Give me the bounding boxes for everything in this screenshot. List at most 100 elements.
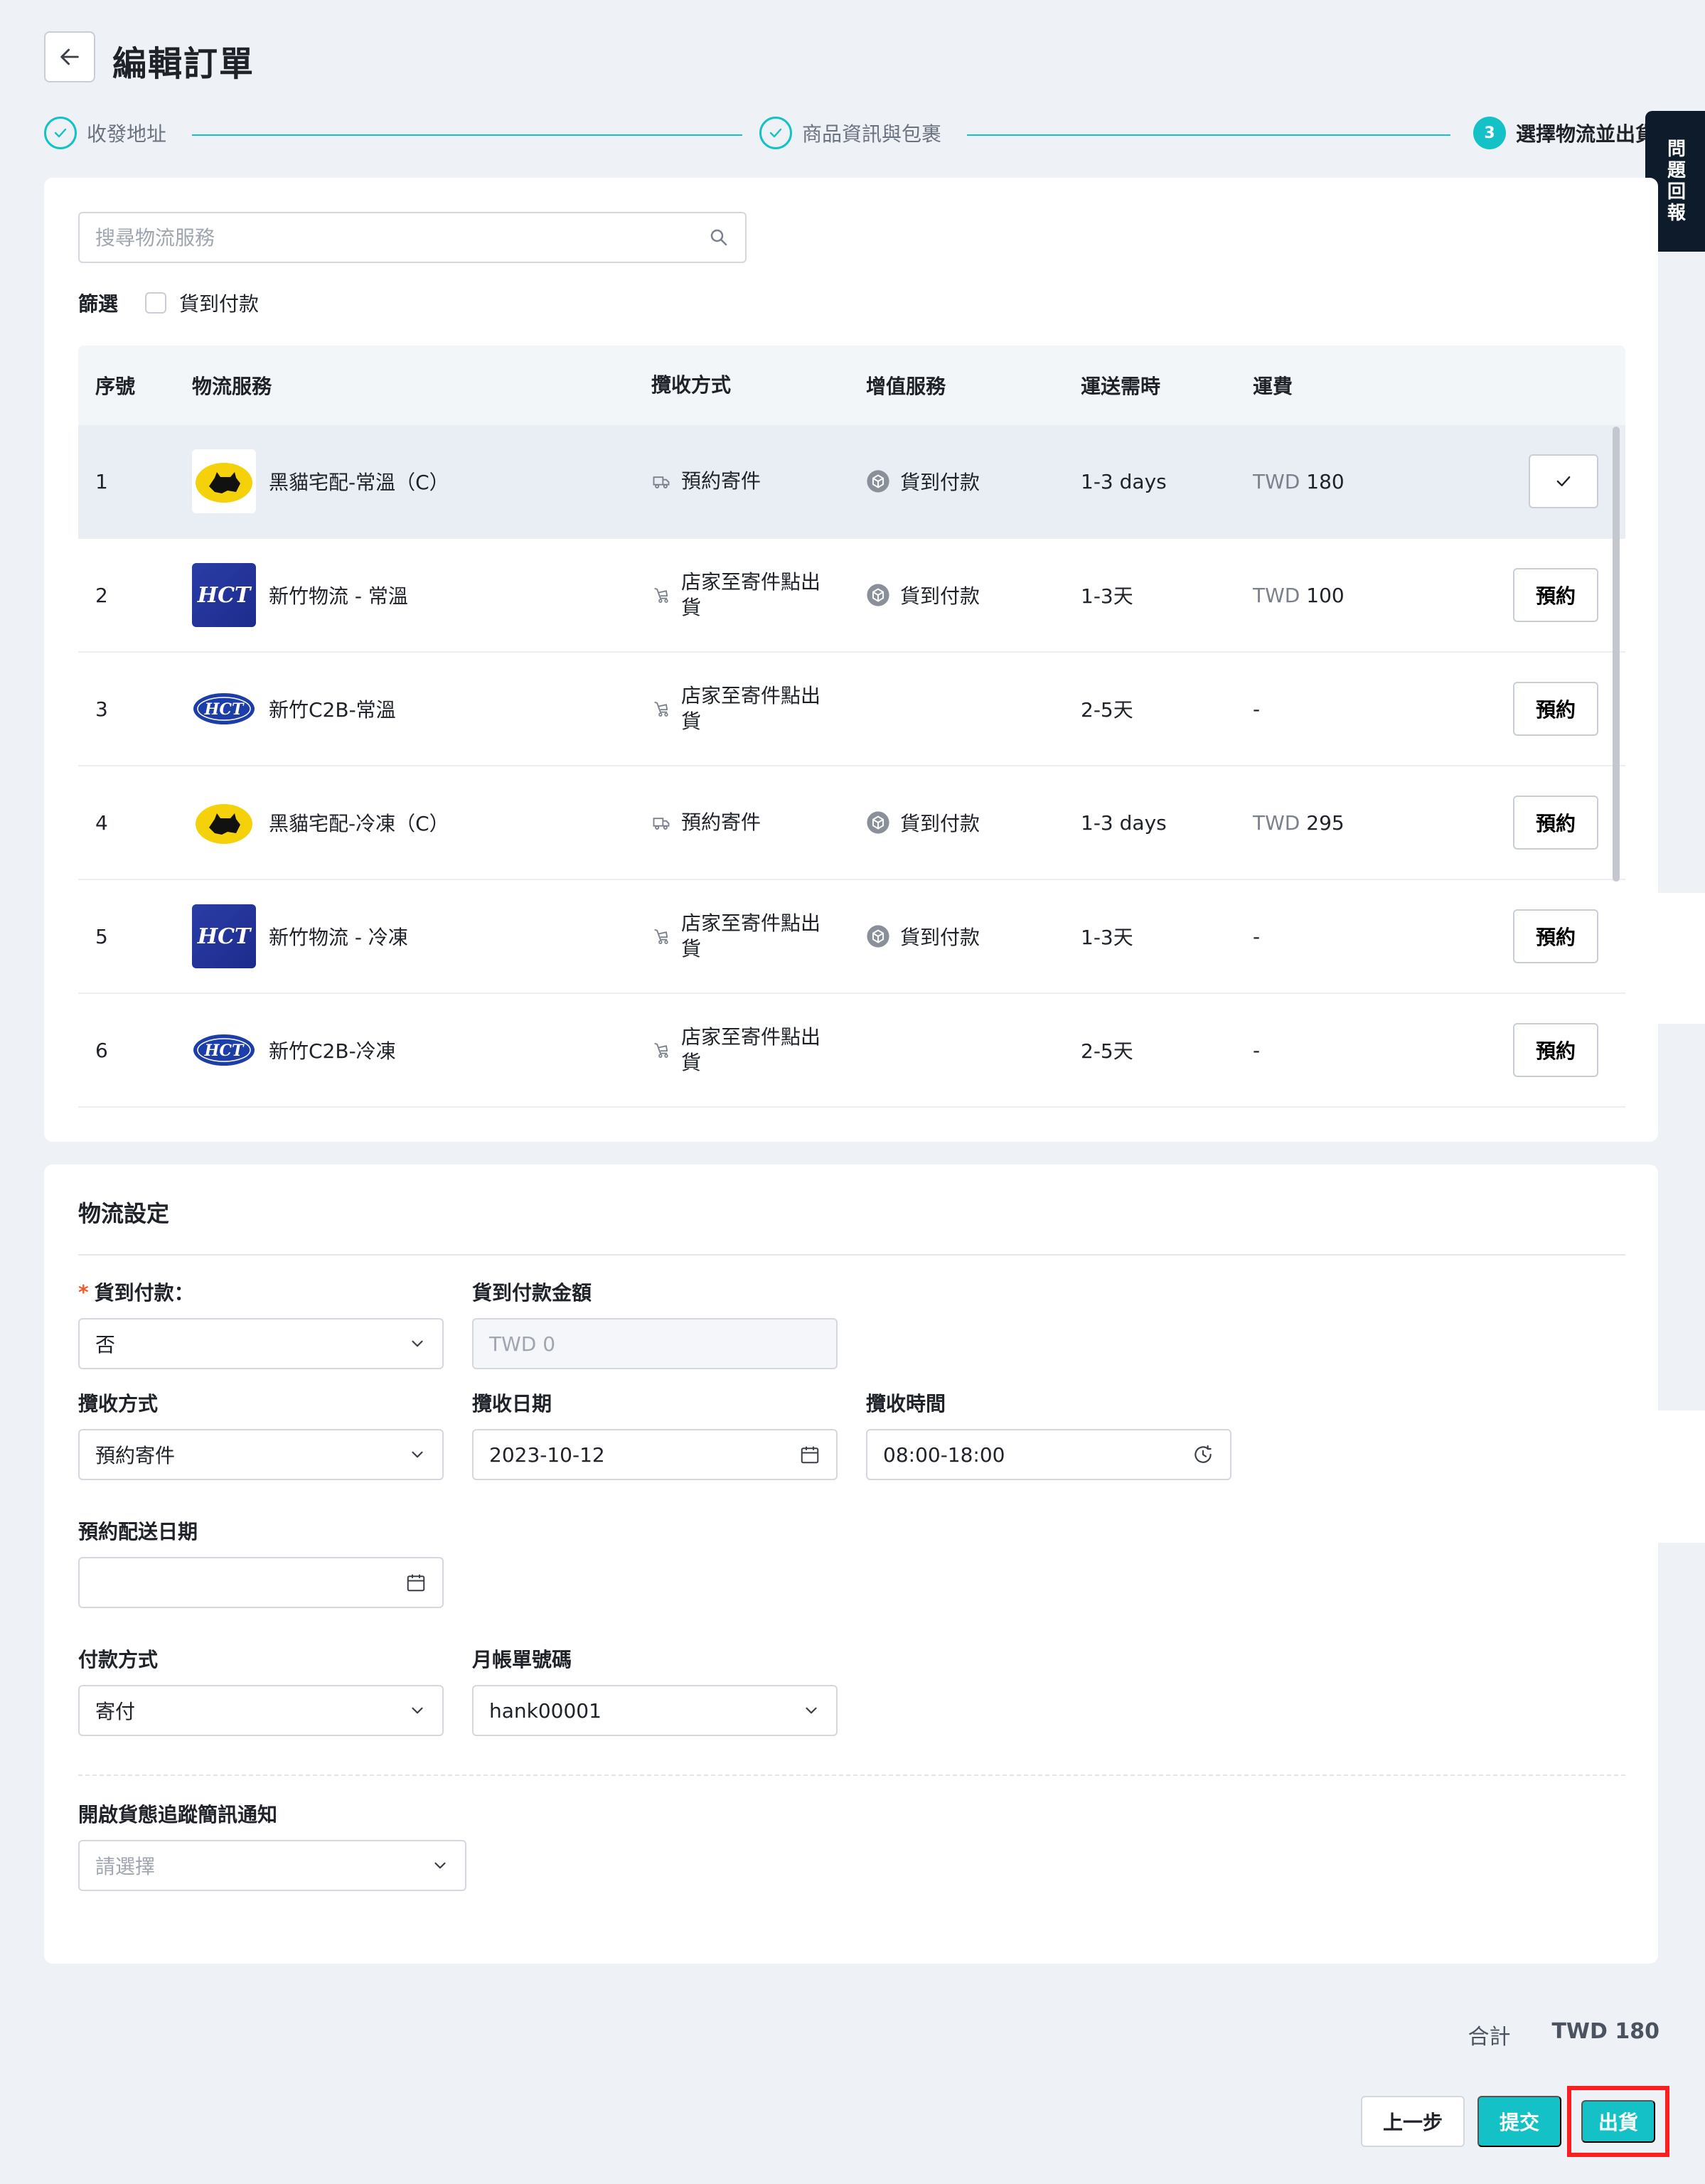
selected-check-button[interactable] [1529,454,1598,508]
divider [78,1774,1625,1776]
hct-c2b-logo-icon: HCT [192,1018,256,1082]
cod-amount-value: TWD 0 [489,1332,556,1356]
truck-icon [653,476,670,489]
table-row[interactable]: 1 黑貓宅配-常溫（C） 預約寄件 貨到付款 1-3 days TWD 180 [78,425,1625,539]
search-box[interactable] [78,212,747,263]
reserve-button[interactable]: 預約 [1513,796,1598,850]
pickup-method: 店家至寄件點出貨 [681,1024,821,1074]
shipping-fee: TWD 180 [1253,469,1345,493]
cart-icon [654,1042,668,1058]
cart-icon [654,701,668,717]
reserve-button[interactable]: 預約 [1513,1023,1598,1077]
delivery-date-label: 預約配送日期 [78,1520,198,1543]
table-scrollbar[interactable] [1613,427,1620,882]
delivery-time: 1-3 days [1081,469,1167,493]
shipping-fee: - [1253,924,1261,948]
row-number: 2 [95,583,108,607]
cart-icon [654,928,668,944]
reserve-button[interactable]: 預約 [1513,568,1598,622]
table-row[interactable]: 2 HCT 新竹物流 - 常溫 店家至寄件點出貨 貨到付款 1-3天 TWD 1… [78,539,1625,653]
cart-icon [654,587,668,603]
cod-box-icon [867,584,889,606]
value-added-service: 貨到付款 [900,812,980,835]
payment-method-select[interactable]: 寄付 [78,1685,444,1736]
pickup-date-field: 攬收日期 2023-10-12 [472,1389,838,1480]
col-header-no: 序號 [95,375,136,398]
back-button[interactable] [44,31,95,82]
cod-amount-field: 貨到付款金額 TWD 0 [472,1278,838,1369]
service-name: 黑貓宅配-常溫（C） [269,471,449,494]
sms-notify-placeholder: 請選擇 [95,1855,156,1878]
cod-box-icon [867,470,889,493]
submit-button[interactable]: 提交 [1477,2096,1561,2147]
pickup-date-value: 2023-10-12 [489,1442,605,1467]
service-name: 新竹C2B-冷凍 [269,1039,396,1063]
filter-label: 篩選 [78,292,119,316]
hct-c2b-logo-icon: HCT [192,677,256,741]
pickup-method: 店家至寄件點出貨 [681,569,821,619]
required-marker: * [78,1280,89,1304]
payment-method-label: 付款方式 [78,1648,159,1671]
table-row[interactable]: 5 HCT 新竹物流 - 冷凍 店家至寄件點出貨 貨到付款 1-3天 - 預約 [78,880,1625,994]
arrow-left-icon [60,48,79,65]
cod-filter-checkbox[interactable] [145,292,167,314]
cod-value: 否 [95,1333,116,1356]
sms-notify-select[interactable]: 請選擇 [78,1840,466,1891]
pickup-method: 預約寄件 [681,810,761,834]
shipping-fee: TWD 100 [1253,583,1345,607]
row-number: 5 [95,924,108,948]
row-number: 4 [95,810,108,835]
monthly-account-select[interactable]: hank00001 [472,1685,838,1736]
ship-button[interactable]: 出貨 [1581,2100,1655,2143]
svg-text:HCT: HCT [204,700,245,719]
col-header-service: 物流服務 [192,375,272,398]
cod-select[interactable]: 否 [78,1318,444,1369]
truck-icon [653,818,670,830]
reserve-button[interactable]: 預約 [1513,909,1598,963]
pickup-time-picker[interactable]: 08:00-18:00 [866,1429,1231,1480]
search-input[interactable] [95,225,708,250]
clock-icon [1194,1445,1212,1463]
col-header-delivery-time: 運送需時 [1081,375,1161,398]
delivery-date-picker[interactable] [78,1557,444,1608]
cod-label: 貨到付款： [94,1281,194,1305]
pickup-time-label: 攬收時間 [866,1392,946,1415]
svg-text:HCT: HCT [204,1042,245,1060]
col-header-pickup: 攬收方式 [651,373,732,397]
black-cat-logo-icon [192,449,256,513]
step-connector [192,134,742,136]
pickup-date-picker[interactable]: 2023-10-12 [472,1429,838,1480]
pickup-method-value: 預約寄件 [95,1444,176,1467]
total-value: TWD 180 [1551,2019,1659,2044]
step-label: 商品資訊與包裹 [802,122,942,146]
pickup-time-field: 攬收時間 08:00-18:00 [866,1389,1231,1480]
service-name: 新竹物流 - 常溫 [269,584,408,608]
chevron-down-icon [412,1451,423,1458]
delivery-date-field: 預約配送日期 [78,1517,444,1608]
table-row[interactable]: 3 HCT 新竹C2B-常溫 店家至寄件點出貨 2-5天 - 預約 [78,653,1625,766]
logistics-table: 序號 物流服務 攬收方式 增值服務 運送需時 運費 1 黑貓宅配-常溫（C） 預… [78,346,1625,1108]
delivery-time: 1-3天 [1081,584,1133,608]
step-logistics: 3 選擇物流並出貨 [1473,117,1655,149]
pickup-method-select[interactable]: 預約寄件 [78,1429,444,1480]
pickup-method: 店家至寄件點出貨 [681,911,821,960]
divider [78,1254,1625,1256]
table-row[interactable]: 4 黑貓宅配-冷凍（C） 預約寄件 貨到付款 1-3 days TWD 295 … [78,766,1625,880]
monthly-account-label: 月帳單號碼 [472,1648,572,1671]
cod-filter-label[interactable]: 貨到付款 [179,289,259,317]
page-title: 編輯訂單 [112,44,255,84]
delivery-time: 1-3 days [1081,810,1167,835]
search-icon[interactable] [708,227,729,248]
payment-method-field: 付款方式 寄付 [78,1645,444,1736]
row-number: 3 [95,697,108,721]
pickup-method: 預約寄件 [681,469,761,493]
chevron-down-icon [412,1707,423,1714]
reserve-button[interactable]: 預約 [1513,682,1598,736]
shipping-fee: - [1253,1038,1261,1062]
cod-amount-input: TWD 0 [472,1318,838,1369]
cod-box-icon [867,811,889,834]
previous-step-button[interactable]: 上一步 [1361,2096,1465,2147]
table-row[interactable]: 6 HCT 新竹C2B-冷凍 店家至寄件點出貨 2-5天 - 預約 [78,994,1625,1108]
service-name: 新竹物流 - 冷凍 [269,926,408,949]
table-header: 序號 物流服務 攬收方式 增值服務 運送需時 運費 [78,346,1625,425]
